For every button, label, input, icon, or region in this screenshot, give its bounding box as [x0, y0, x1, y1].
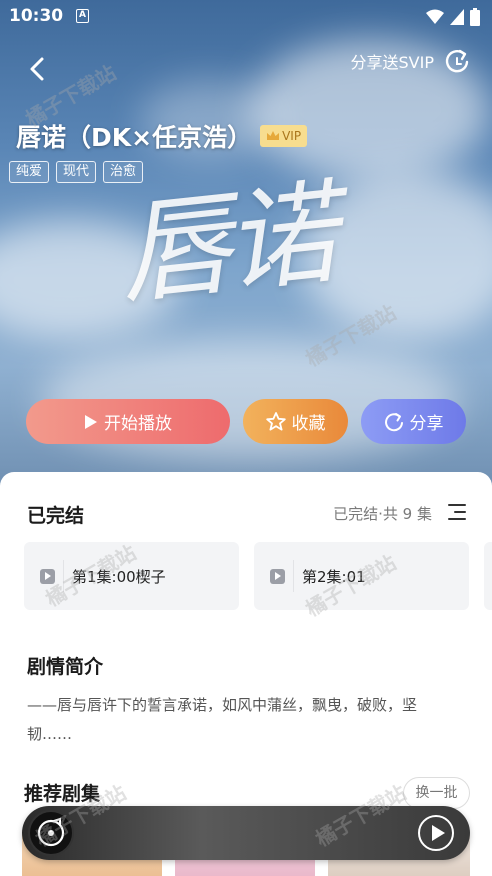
tag[interactable]: 治愈: [103, 161, 144, 183]
title-row: 唇诺（DK×任京浩） VIP: [16, 118, 308, 154]
share-refresh-icon: [445, 49, 469, 73]
star-icon: [265, 412, 286, 431]
vip-badge-label: VIP: [282, 129, 302, 143]
tag[interactable]: 现代: [56, 161, 97, 183]
sim-icon: A: [76, 9, 89, 23]
episode-item-partial[interactable]: [484, 542, 492, 610]
play-icon: [85, 414, 97, 429]
status-bar: 10:30 A: [0, 0, 492, 34]
episode-list-icon[interactable]: [448, 502, 466, 522]
wifi-icon: [426, 9, 444, 24]
signal-icon: [450, 9, 464, 25]
drama-title: 唇诺（DK×任京浩）: [16, 123, 253, 152]
battery-icon: [470, 8, 480, 26]
play-button-label: 开始播放: [104, 414, 172, 434]
play-button[interactable]: 开始播放: [26, 399, 230, 444]
share-vip-button[interactable]: 分享送SVIP: [351, 48, 470, 74]
tag-list: 纯爱 现代 治愈: [9, 161, 144, 183]
synopsis-text: ——唇与唇许下的誓言承诺，如风中蒲丝，飘曳，破败，坚韧……: [27, 696, 418, 743]
share-button[interactable]: 分享: [361, 399, 466, 444]
favorite-button[interactable]: 收藏: [243, 399, 348, 444]
episode-summary[interactable]: 已完结·共 9 集: [333, 503, 432, 524]
mini-player-play-icon[interactable]: [418, 815, 454, 851]
action-buttons: 开始播放 收藏 分享: [0, 399, 492, 445]
back-arrow-icon[interactable]: [24, 53, 52, 85]
episode-status-heading: 已完结: [27, 505, 85, 527]
share-vip-label: 分享送SVIP: [350, 53, 434, 72]
share-icon: [384, 412, 403, 431]
vip-badge: VIP: [260, 125, 308, 147]
refresh-recommend-button[interactable]: 换一批: [403, 777, 470, 809]
share-button-label: 分享: [409, 414, 444, 434]
synopsis-heading: 剧情简介: [27, 656, 104, 678]
crown-icon: [267, 131, 280, 140]
video-icon: [270, 568, 285, 584]
tag[interactable]: 纯爱: [9, 161, 50, 183]
status-time: 10:30: [9, 6, 64, 26]
favorite-button-label: 收藏: [291, 414, 326, 434]
